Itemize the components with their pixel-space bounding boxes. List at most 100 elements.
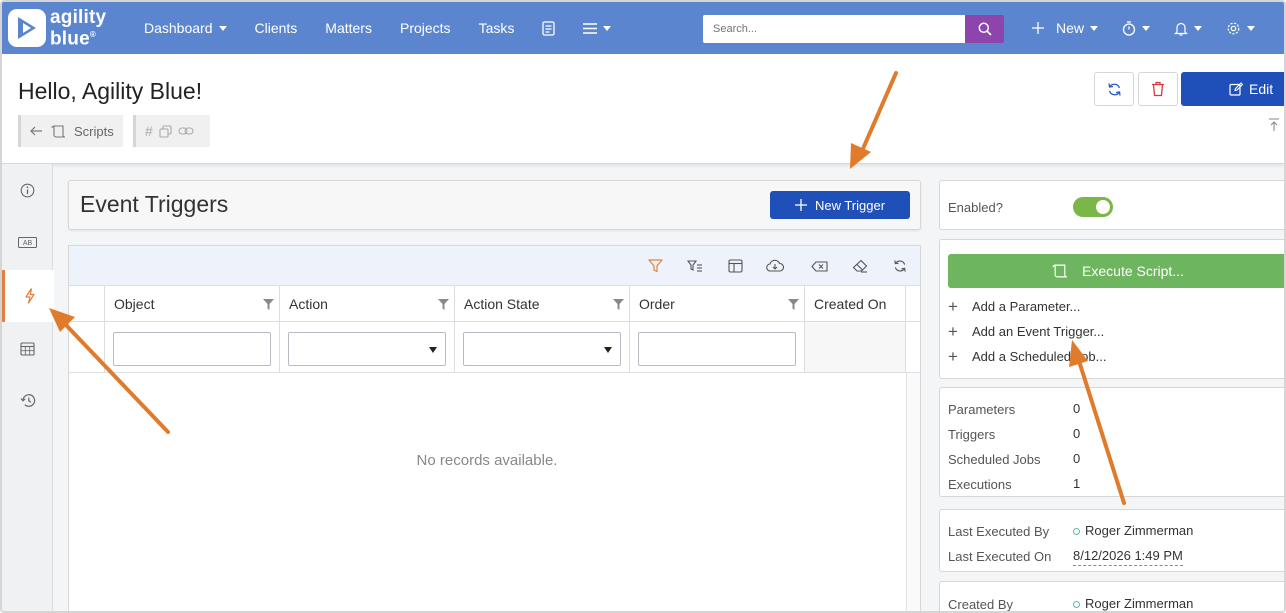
stat-label-parameters: Parameters (948, 402, 1016, 417)
global-search (703, 15, 1004, 43)
menu-icon (583, 22, 598, 34)
last-executed-on-value[interactable]: 8/12/2026 1:49 PM (1073, 548, 1183, 566)
section-header-card: Event Triggers New Trigger (68, 180, 921, 230)
link-icon[interactable] (178, 125, 194, 137)
enabled-toggle[interactable] (1073, 197, 1113, 217)
top-navbar: agility blue® Dashboard Clients Matters … (2, 2, 1284, 54)
nav-tasks[interactable]: Tasks (465, 2, 529, 54)
tab-schedule[interactable] (2, 322, 53, 374)
right-nav: New (1020, 2, 1267, 54)
tab-event-triggers[interactable] (2, 270, 54, 322)
settings-menu[interactable] (1214, 2, 1267, 54)
hash-icon[interactable]: # (145, 123, 153, 139)
nav-dashboard[interactable]: Dashboard (130, 2, 241, 54)
timer-icon (1122, 20, 1136, 36)
nav-matters-label: Matters (325, 20, 372, 36)
app-window: agility blue® Dashboard Clients Matters … (0, 0, 1286, 613)
brand-logo[interactable]: agility blue® (8, 8, 126, 48)
add-scheduled-job-link[interactable]: + Add a Scheduled Job... (948, 348, 1107, 365)
column-label-action: Action (289, 296, 328, 312)
column-header-object[interactable]: Object (105, 286, 280, 321)
last-executed-by-name: Roger Zimmerman (1085, 523, 1194, 538)
stat-label-triggers: Triggers (948, 427, 996, 442)
search-input[interactable] (703, 15, 965, 43)
tab-rail: AB (2, 164, 54, 611)
grid-header-row: Object Action Action State Order Created… (69, 286, 920, 322)
column-header-action[interactable]: Action (280, 286, 455, 321)
column-header-created-on[interactable]: Created On (805, 286, 906, 321)
nav-matters[interactable]: Matters (311, 2, 386, 54)
new-trigger-button[interactable]: New Trigger (770, 191, 910, 219)
column-filter-icon[interactable] (438, 299, 449, 310)
nav-tasks-label: Tasks (478, 20, 515, 36)
timer-menu[interactable] (1110, 2, 1162, 54)
pin-icon[interactable] (1268, 118, 1280, 132)
brand-registered-mark: ® (89, 29, 96, 39)
add-scheduled-job-label: Add a Scheduled Job... (972, 349, 1107, 364)
filter-spacer (69, 322, 105, 372)
chevron-down-icon (1142, 25, 1151, 31)
created-by-value[interactable]: Roger Zimmerman (1073, 596, 1193, 611)
execute-script-button[interactable]: Execute Script... (948, 254, 1284, 288)
order-filter-input[interactable] (638, 332, 796, 366)
action-state-filter-select[interactable] (463, 332, 621, 366)
filter-cell-object (105, 322, 280, 372)
stat-label-scheduled-jobs: Scheduled Jobs (948, 452, 1041, 467)
tab-fields[interactable]: AB (2, 216, 53, 268)
delete-button[interactable] (1138, 72, 1178, 106)
nav-projects[interactable]: Projects (386, 2, 465, 54)
stat-value-executions: 1 (1073, 476, 1081, 491)
nav-clients-label: Clients (254, 20, 298, 36)
object-filter-input[interactable] (113, 332, 271, 366)
nav-clients[interactable]: Clients (241, 2, 312, 54)
add-event-trigger-link[interactable]: + Add an Event Trigger... (948, 323, 1105, 340)
clear-filters-button[interactable] (810, 257, 828, 275)
column-filter-icon[interactable] (263, 299, 274, 310)
action-filter-select[interactable] (288, 332, 446, 366)
stat-value-parameters: 0 (1073, 401, 1081, 416)
tab-info[interactable] (2, 164, 53, 216)
created-by-label: Created By (948, 597, 1014, 612)
filter-cell-action (280, 322, 455, 372)
breadcrumb[interactable]: Scripts (18, 115, 123, 147)
calendar-icon (20, 341, 35, 356)
grid-scrollbar[interactable] (906, 373, 920, 611)
filter-list-button[interactable] (686, 257, 704, 275)
search-button[interactable] (965, 15, 1004, 43)
column-filter-icon[interactable] (613, 299, 624, 310)
column-filter-icon[interactable] (788, 299, 799, 310)
nav-more-menu[interactable] (569, 2, 625, 54)
stat-value-triggers: 0 (1073, 426, 1081, 441)
grid-filter-row (69, 322, 920, 373)
export-button[interactable] (766, 257, 784, 275)
chevron-down-icon (1090, 25, 1099, 31)
notifications-menu[interactable] (1162, 2, 1214, 54)
breadcrumb-scripts: Scripts (74, 123, 114, 139)
refresh-button[interactable] (1094, 72, 1134, 106)
column-label-order: Order (639, 296, 675, 312)
column-label-action-state: Action State (464, 296, 540, 312)
script-icon (1052, 264, 1068, 278)
last-executed-by-value[interactable]: Roger Zimmerman (1073, 523, 1193, 538)
bell-icon (1174, 22, 1188, 36)
columns-button[interactable] (726, 257, 744, 275)
new-menu[interactable]: New (1020, 2, 1110, 54)
grid-refresh-button[interactable] (891, 257, 909, 275)
toggle-knob (1096, 200, 1110, 214)
tab-history[interactable] (2, 374, 53, 426)
copy-icon[interactable] (159, 124, 172, 138)
add-event-trigger-label: Add an Event Trigger... (972, 324, 1105, 339)
plus-icon (794, 199, 807, 211)
filter-toggle-button[interactable] (646, 257, 664, 275)
plus-icon (1032, 22, 1044, 34)
execute-script-label: Execute Script... (1082, 263, 1184, 279)
edit-button[interactable]: Edit (1181, 72, 1284, 106)
chevron-down-icon (604, 347, 612, 353)
column-header-action-state[interactable]: Action State (455, 286, 630, 321)
section-title: Event Triggers (80, 191, 229, 217)
enabled-label: Enabled? (948, 200, 1003, 215)
reset-button[interactable] (851, 257, 869, 275)
column-header-order[interactable]: Order (630, 286, 805, 321)
add-parameter-link[interactable]: + Add a Parameter... (948, 298, 1080, 315)
nav-documents[interactable] (528, 2, 569, 54)
